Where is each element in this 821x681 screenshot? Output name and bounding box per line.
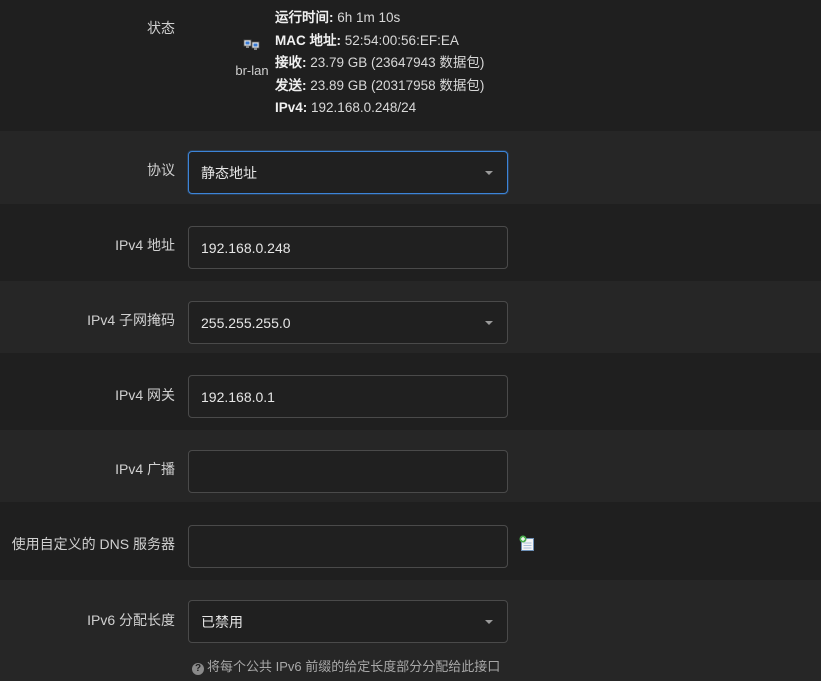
status-label: 状态: [147, 20, 175, 36]
protocol-select-value: 静态地址: [201, 164, 257, 181]
ipv4-address-value: 192.168.0.248: [201, 239, 291, 256]
ipv6-assign-value: 已禁用: [201, 613, 243, 630]
ipv4-gateway-row: IPv4 网关 192.168.0.1: [0, 353, 821, 430]
status-line-uptime: 运行时间: 6h 1m 10s: [275, 10, 401, 25]
interface-badge: br-lan: [232, 38, 272, 78]
custom-dns-input[interactable]: [188, 525, 508, 568]
status-line-rx: 接收: 23.79 GB (23647943 数据包): [275, 55, 485, 70]
status-line-mac: MAC 地址: 52:54:00:56:EF:EA: [275, 32, 459, 48]
ipv4-gateway-input[interactable]: 192.168.0.1: [188, 375, 508, 418]
ipv6-assign-hint: ? 将每个公共 IPv6 前缀的给定长度部分分配给此接口: [192, 656, 500, 675]
ipv4-netmask-value: 255.255.255.0: [201, 314, 291, 331]
ipv4-netmask-label: IPv4 子网掩码: [87, 312, 175, 328]
chevron-down-icon: [485, 620, 493, 624]
ipv4-netmask-row: IPv4 子网掩码 255.255.255.0: [0, 281, 821, 353]
status-line-ipv4: IPv4: 192.168.0.248/24: [275, 100, 417, 115]
ipv4-address-row: IPv4 地址 192.168.0.248: [0, 204, 821, 281]
interface-config-page: 状态 br-lan 运行时间: 6h 1m 10s MAC 地址: 52:54:…: [0, 0, 821, 681]
custom-dns-label: 使用自定义的 DNS 服务器: [11, 536, 175, 552]
ipv6-assign-select[interactable]: 已禁用: [188, 600, 508, 643]
status-row: 状态 br-lan 运行时间: 6h 1m 10s MAC 地址: 52:54:…: [0, 0, 821, 131]
ipv6-assign-hint-text: 将每个公共 IPv6 前缀的给定长度部分分配给此接口: [207, 659, 501, 674]
status-line-tx: 发送: 23.89 GB (20317958 数据包): [275, 77, 485, 93]
ipv4-address-input[interactable]: 192.168.0.248: [188, 226, 508, 269]
network-interface-icon: [243, 38, 261, 54]
protocol-label: 协议: [147, 162, 175, 178]
ipv4-broadcast-row: IPv4 广播: [0, 430, 821, 502]
ipv4-address-label: IPv4 地址: [115, 237, 175, 253]
chevron-down-icon: [485, 171, 493, 175]
help-icon: ?: [192, 663, 204, 675]
ipv4-broadcast-label: IPv4 广播: [115, 461, 175, 477]
protocol-select[interactable]: 静态地址: [188, 151, 508, 194]
ipv4-gateway-label: IPv4 网关: [115, 387, 175, 403]
ipv4-gateway-value: 192.168.0.1: [201, 388, 275, 405]
add-entry-icon[interactable]: [519, 535, 536, 552]
protocol-row: 协议 静态地址: [0, 131, 821, 204]
interface-name: br-lan: [235, 63, 269, 78]
ipv4-netmask-select[interactable]: 255.255.255.0: [188, 301, 508, 344]
chevron-down-icon: [485, 321, 493, 325]
custom-dns-row: 使用自定义的 DNS 服务器: [0, 502, 821, 580]
ipv4-broadcast-input[interactable]: [188, 450, 508, 493]
status-details: 运行时间: 6h 1m 10s MAC 地址: 52:54:00:56:EF:E…: [275, 7, 484, 120]
ipv6-assign-label: IPv6 分配长度: [87, 612, 175, 628]
